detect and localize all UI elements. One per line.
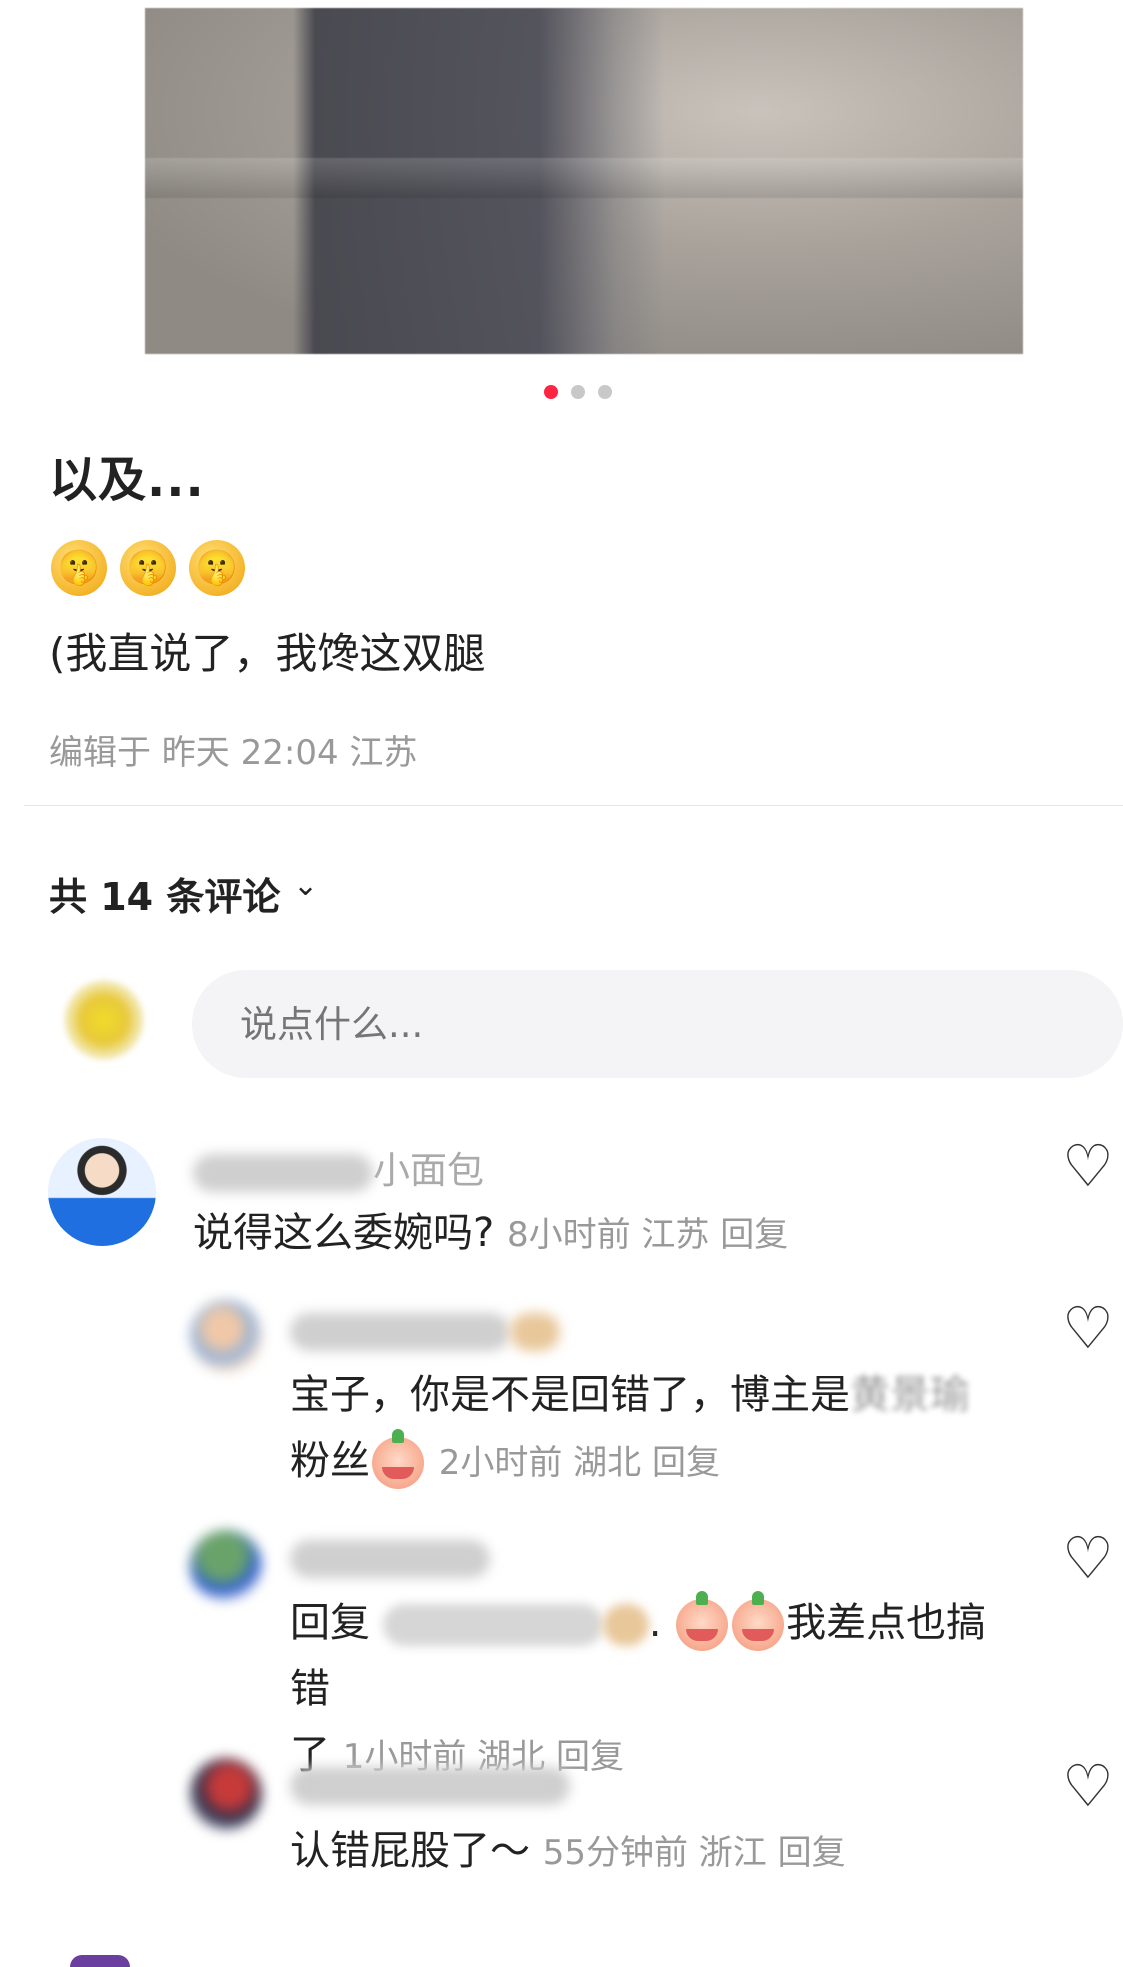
comment-username[interactable]: 小面包 [193, 1140, 484, 1194]
heart-outline-icon[interactable]: ♡ [1062, 1299, 1114, 1357]
username-visible: 小面包 [373, 1149, 484, 1192]
shushing-face-icon: 🤫 [51, 540, 107, 596]
reply-username[interactable] [290, 1762, 570, 1805]
reply-body: 认错屁股了～ [290, 1828, 530, 1874]
post-body: (我直说了，我馋这双腿 [49, 629, 486, 678]
commenter-avatar[interactable] [48, 1138, 156, 1246]
carousel-dot-3[interactable] [598, 385, 612, 399]
next-commenter-avatar[interactable] [70, 1955, 130, 1967]
heart-outline-icon[interactable]: ♡ [1062, 1529, 1114, 1587]
reply-avatar[interactable] [190, 1758, 262, 1830]
reply-meta[interactable]: 55分钟前 浙江 回复 [543, 1833, 846, 1873]
crying-face-icon [732, 1591, 785, 1651]
reply-text: 认错屁股了～ 55分钟前 浙江 回复 [290, 1818, 846, 1886]
reply-meta[interactable]: 2小时前 湖北 回复 [439, 1443, 720, 1483]
post-photo[interactable] [145, 8, 1023, 354]
comment-body: 说得这么委婉吗? [193, 1210, 495, 1256]
reply-username[interactable] [290, 1308, 560, 1351]
reply-avatar[interactable] [190, 1300, 262, 1372]
comment-text: 说得这么委婉吗? 8小时前 江苏 回复 [193, 1200, 788, 1268]
carousel-dot-2[interactable] [571, 385, 585, 399]
reply-avatar[interactable] [190, 1530, 262, 1602]
crying-face-icon [676, 1591, 729, 1651]
crying-face-icon [372, 1429, 424, 1489]
comment-input[interactable] [192, 970, 1123, 1078]
heart-outline-icon[interactable]: ♡ [1062, 1757, 1114, 1815]
carousel-dot-1[interactable] [544, 385, 558, 399]
divider [24, 805, 1123, 806]
reply-body-line2: 粉丝 [290, 1438, 370, 1484]
reply-text: 宝子，你是不是回错了，博主是黄景瑜 粉丝 2小时前 湖北 回复 [290, 1362, 1010, 1496]
shushing-face-icon: 🤫 [189, 540, 245, 596]
post-edit-meta: 编辑于 昨天 22:04 江苏 [49, 733, 418, 773]
my-avatar[interactable] [64, 980, 144, 1060]
reply-to-label: 回复 [290, 1600, 370, 1646]
comment-count-sort[interactable]: 共 14 条评论 [49, 866, 280, 921]
reply-text: 回复 . 我差点也搞错 了 1小时前 湖北 回复 [290, 1591, 987, 1778]
reply-username[interactable] [290, 1535, 490, 1578]
reply-body-line1: 宝子，你是不是回错了，博主是 [290, 1372, 850, 1418]
chevron-down-icon[interactable]: ⌄ [293, 868, 318, 903]
shushing-face-icon: 🤫 [120, 540, 176, 596]
blurred-name: 黄景瑜 [850, 1372, 970, 1418]
comment-meta[interactable]: 8小时前 江苏 回复 [507, 1215, 788, 1255]
heart-outline-icon[interactable]: ♡ [1062, 1137, 1114, 1195]
post-title: 以及... [49, 452, 205, 508]
